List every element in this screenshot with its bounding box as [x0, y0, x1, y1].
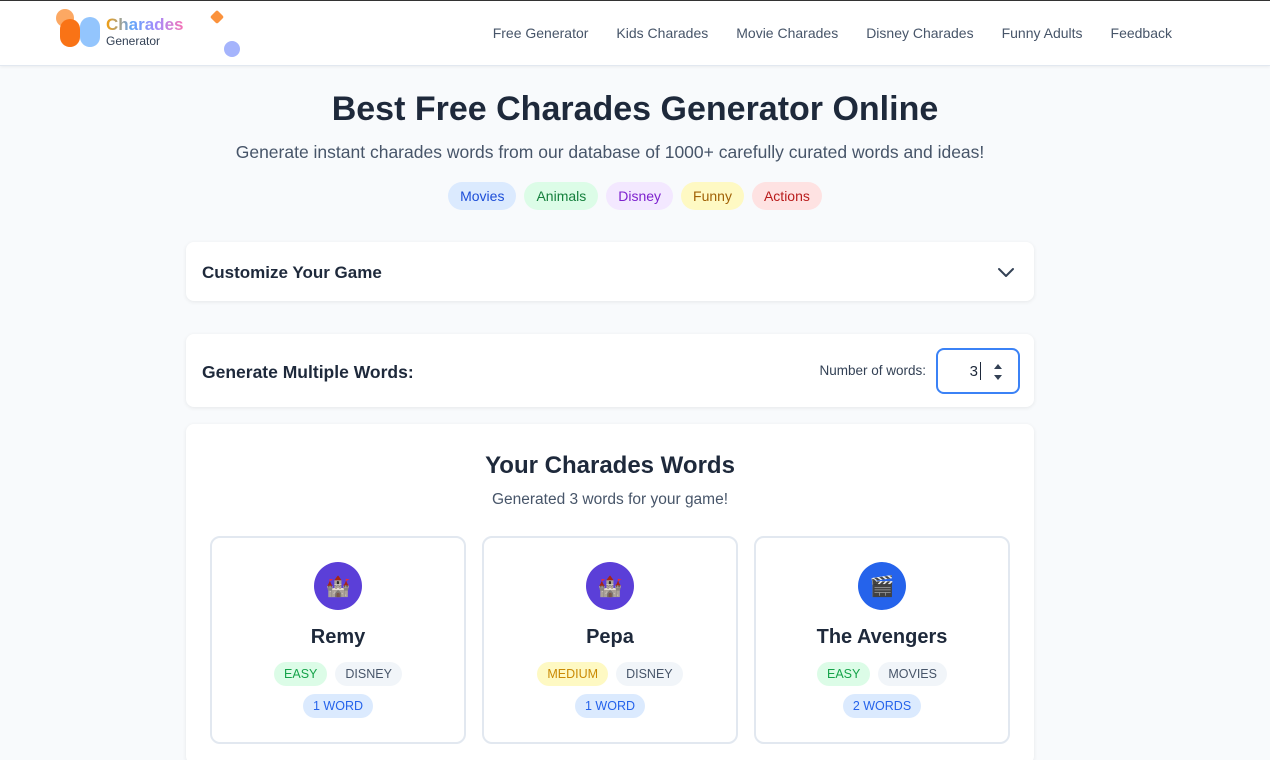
- length-badge: 1 WORD: [575, 694, 645, 718]
- results-title: Your Charades Words: [485, 452, 735, 479]
- category-badge: DISNEY: [616, 662, 683, 686]
- results-panel: Your Charades Words Generated 3 words fo…: [186, 424, 1034, 760]
- star-icon: [209, 9, 225, 25]
- word-count-value: 3: [969, 363, 978, 380]
- word-card[interactable]: 🏰 Pepa MEDIUM DISNEY 1 WORD: [482, 536, 738, 744]
- text-caret: [980, 362, 981, 380]
- number-stepper-icon[interactable]: [992, 362, 1004, 382]
- nav-movie-charades[interactable]: Movie Charades: [736, 25, 838, 41]
- nav-feedback[interactable]: Feedback: [1111, 25, 1172, 41]
- logo-title: Charades: [106, 15, 184, 34]
- chip-animals[interactable]: Animals: [524, 182, 599, 210]
- main-nav: Free Generator Kids Charades Movie Chara…: [493, 25, 1172, 41]
- logo-subtitle: Generator: [106, 34, 161, 48]
- difficulty-badge: EASY: [274, 662, 328, 686]
- badge-row: MEDIUM DISNEY: [484, 662, 736, 686]
- castle-icon: 🏰: [314, 562, 362, 610]
- results-subtitle: Generated 3 words for your game!: [491, 491, 729, 508]
- chip-movies[interactable]: Movies: [448, 182, 517, 210]
- nav-disney-charades[interactable]: Disney Charades: [866, 25, 973, 41]
- logo-face-orange-icon: [60, 19, 80, 47]
- multiple-words-panel: Generate Multiple Words: Number of words…: [186, 334, 1034, 407]
- length-badge: 2 WORDS: [842, 694, 922, 718]
- category-badge: DISNEY: [335, 662, 402, 686]
- difficulty-badge: EASY: [817, 662, 871, 686]
- badge-row: 1 WORD: [484, 694, 736, 718]
- nav-funny-adults[interactable]: Funny Adults: [1002, 25, 1083, 41]
- multiple-words-label: Generate Multiple Words:: [202, 362, 414, 382]
- nav-kids-charades[interactable]: Kids Charades: [616, 25, 708, 41]
- badge-row: 1 WORD: [212, 694, 464, 718]
- page-title: Best Free Charades Generator Online: [331, 90, 939, 128]
- logo-face-blue-icon: [80, 17, 100, 47]
- word-text: Pepa: [586, 626, 634, 648]
- chip-funny[interactable]: Funny: [681, 182, 744, 210]
- customize-label: Customize Your Game: [202, 263, 382, 282]
- nav-free-generator[interactable]: Free Generator: [493, 25, 589, 41]
- badge-row: EASY MOVIES: [756, 662, 1008, 686]
- category-badge: MOVIES: [878, 662, 947, 686]
- word-count-label: Number of words:: [819, 363, 926, 378]
- length-badge: 1 WORD: [303, 694, 373, 718]
- bubble-icon: [224, 41, 240, 57]
- castle-icon: 🏰: [586, 562, 634, 610]
- clapperboard-icon: 🎬: [858, 562, 906, 610]
- site-header: Charades Generator Free Generator Kids C…: [0, 0, 1270, 66]
- site-logo[interactable]: Charades Generator: [54, 7, 254, 63]
- category-chips: Movies Animals Disney Funny Actions: [25, 182, 1245, 210]
- word-count-input[interactable]: 3: [936, 348, 1020, 394]
- chevron-down-icon: [998, 268, 1014, 277]
- page-subtitle: Generate instant charades words from our…: [235, 142, 985, 162]
- word-text: Remy: [310, 626, 366, 648]
- word-card[interactable]: 🏰 Remy EASY DISNEY 1 WORD: [210, 536, 466, 744]
- badge-row: 2 WORDS: [756, 694, 1008, 718]
- word-text: The Avengers: [816, 626, 948, 648]
- chip-actions[interactable]: Actions: [751, 182, 822, 210]
- badge-row: EASY DISNEY: [212, 662, 464, 686]
- chip-disney[interactable]: Disney: [606, 182, 674, 210]
- word-card[interactable]: 🎬 The Avengers EASY MOVIES 2 WORDS: [754, 536, 1010, 744]
- difficulty-badge: MEDIUM: [537, 662, 609, 686]
- customize-game-toggle[interactable]: Customize Your Game: [186, 242, 1034, 301]
